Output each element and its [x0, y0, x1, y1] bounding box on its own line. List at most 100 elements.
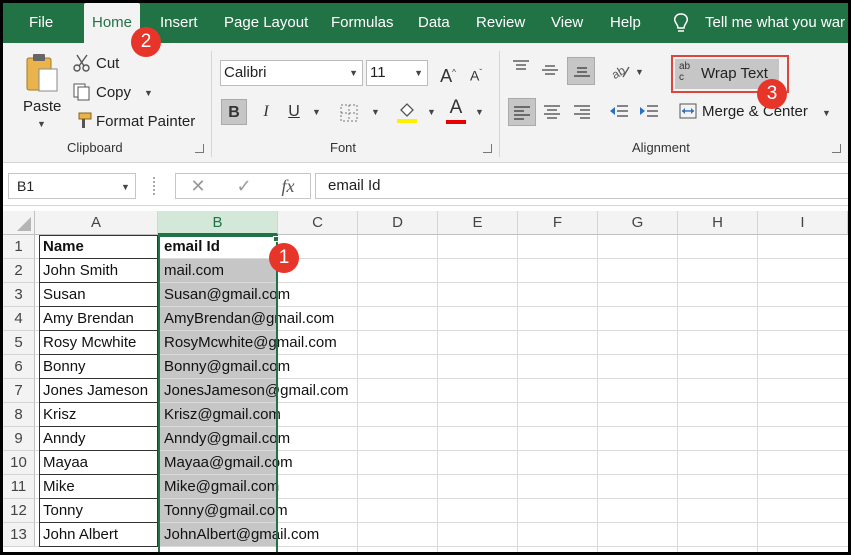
font-name-combo[interactable]: Calibri ▼ — [220, 60, 363, 86]
cell-name[interactable]: Rosy Mcwhite — [39, 331, 136, 355]
row-header[interactable]: 1 — [3, 235, 35, 259]
row-header[interactable]: 3 — [3, 283, 35, 307]
underline-button[interactable]: U — [281, 99, 307, 125]
cut-button[interactable]: Cut — [96, 55, 119, 72]
clipboard-launcher-icon[interactable] — [195, 144, 204, 153]
bottom-align-button[interactable] — [567, 57, 595, 85]
cell-name[interactable]: Krisz — [39, 403, 76, 427]
name-box-dropdown-icon[interactable]: ▼ — [121, 182, 130, 192]
column-header-d[interactable]: D — [358, 211, 438, 235]
cell-name[interactable]: Bonny — [39, 355, 86, 379]
formula-input[interactable]: email Id — [315, 173, 848, 199]
font-size-value: 11 — [370, 64, 386, 81]
font-color-icon[interactable]: A — [443, 95, 469, 121]
cancel-icon[interactable]: ✕ — [185, 173, 211, 199]
borders-dropdown-icon[interactable]: ▼ — [371, 107, 380, 117]
tab-page-layout[interactable]: Page Layout — [224, 3, 308, 43]
fill-color-icon[interactable] — [396, 100, 418, 124]
insert-function-icon[interactable]: fx — [275, 173, 301, 199]
decrease-font-icon[interactable]: Aˇ — [463, 60, 489, 86]
increase-font-icon[interactable]: A^ — [435, 60, 461, 86]
bottom-align-icon — [574, 67, 590, 77]
cell-name[interactable]: Mayaa — [39, 451, 88, 475]
row-header[interactable]: 10 — [3, 451, 35, 475]
tab-help[interactable]: Help — [610, 3, 641, 43]
copy-dropdown-icon[interactable]: ▼ — [144, 88, 153, 98]
orientation-icon[interactable]: ab — [609, 61, 631, 81]
merge-center-button[interactable]: Merge & Center — [702, 103, 808, 120]
alignment-launcher-icon[interactable] — [832, 144, 841, 153]
align-center-icon[interactable] — [543, 104, 561, 120]
column-header-e[interactable]: E — [438, 211, 518, 235]
paste-dropdown-icon[interactable]: ▼ — [37, 119, 46, 129]
middle-align-icon[interactable] — [541, 63, 559, 79]
decrease-indent-icon[interactable] — [609, 104, 629, 120]
group-divider — [211, 51, 212, 157]
orientation-dropdown-icon[interactable]: ▼ — [635, 67, 644, 77]
column-gridline — [677, 235, 678, 552]
row-header[interactable]: 6 — [3, 355, 35, 379]
row-header[interactable]: 8 — [3, 403, 35, 427]
cell-name[interactable]: Tonny — [39, 499, 83, 523]
tell-me-search[interactable]: Tell me what you war — [705, 3, 845, 43]
enter-check-icon[interactable]: ✓ — [231, 173, 257, 199]
column-header-i[interactable]: I — [758, 211, 848, 235]
underline-dropdown-icon[interactable]: ▼ — [312, 107, 321, 117]
row-header[interactable]: 7 — [3, 379, 35, 403]
cell-name[interactable]: Jones Jameson — [39, 379, 148, 403]
format-painter-button[interactable]: Format Painter — [96, 113, 195, 130]
increase-indent-icon[interactable] — [639, 104, 659, 120]
format-painter-icon — [78, 112, 92, 128]
top-align-icon[interactable] — [512, 59, 530, 75]
chevron-down-icon[interactable]: ▼ — [414, 61, 423, 85]
row-header[interactable]: 11 — [3, 475, 35, 499]
column-header-g[interactable]: G — [598, 211, 678, 235]
chevron-down-icon[interactable]: ▼ — [349, 61, 358, 85]
wrap-text-label: Wrap Text — [701, 65, 768, 82]
tab-insert[interactable]: Insert — [160, 3, 198, 43]
formula-bar: B1 ▼ ✕ ✓ fx email Id — [3, 164, 848, 206]
paste-icon[interactable] — [25, 53, 59, 93]
fill-color-dropdown-icon[interactable]: ▼ — [427, 107, 436, 117]
tab-file[interactable]: File — [29, 3, 53, 43]
cell-name[interactable]: Susan — [39, 283, 86, 307]
align-left-button[interactable] — [508, 98, 536, 126]
column-gridline — [357, 235, 358, 552]
paste-button[interactable]: Paste — [23, 98, 61, 115]
cell-name[interactable]: Anndy — [39, 427, 86, 451]
row-header[interactable]: 2 — [3, 259, 35, 283]
italic-button[interactable]: I — [253, 99, 279, 125]
column-header-f[interactable]: F — [518, 211, 598, 235]
cell-name[interactable]: John Albert — [39, 523, 118, 547]
column-header-a[interactable]: A — [35, 211, 158, 235]
cell-name[interactable]: Mike — [39, 475, 75, 499]
row-header[interactable]: 4 — [3, 307, 35, 331]
tab-review[interactable]: Review — [476, 3, 525, 43]
align-right-icon[interactable] — [573, 104, 591, 120]
column-header-h[interactable]: H — [678, 211, 758, 235]
row-header[interactable]: 12 — [3, 499, 35, 523]
column-header-b[interactable]: B — [158, 211, 278, 235]
tab-formulas[interactable]: Formulas — [331, 3, 394, 43]
tab-data[interactable]: Data — [418, 3, 450, 43]
tab-view[interactable]: View — [551, 3, 583, 43]
bold-button[interactable]: B — [221, 99, 247, 125]
cell-name[interactable]: John Smith — [39, 259, 118, 283]
cell-name[interactable]: Amy Brendan — [39, 307, 134, 331]
select-all-corner[interactable] — [3, 211, 35, 235]
row-header[interactable]: 9 — [3, 427, 35, 451]
column-header-c[interactable]: C — [278, 211, 358, 235]
merge-center-dropdown-icon[interactable]: ▼ — [822, 108, 831, 118]
borders-icon[interactable] — [339, 103, 359, 123]
font-color-dropdown-icon[interactable]: ▼ — [475, 107, 484, 117]
wrap-text-icon: ab c — [679, 61, 691, 83]
font-size-combo[interactable]: 11 ▼ — [366, 60, 428, 86]
cell-a1-header[interactable]: Name — [39, 235, 84, 259]
name-box[interactable]: B1 — [8, 173, 136, 199]
row-header[interactable]: 13 — [3, 523, 35, 547]
row-header[interactable]: 5 — [3, 331, 35, 355]
align-left-icon — [514, 106, 530, 120]
font-launcher-icon[interactable] — [483, 144, 492, 153]
fill-handle[interactable] — [273, 236, 279, 242]
copy-button[interactable]: Copy — [96, 84, 131, 101]
